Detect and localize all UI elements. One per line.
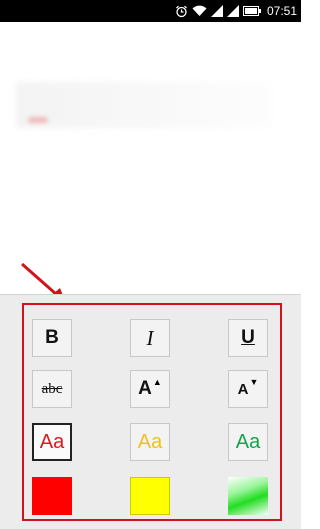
blurred-mark	[28, 117, 48, 123]
battery-icon	[242, 5, 261, 17]
caret-up-icon: ▲	[152, 377, 162, 387]
format-panel: B I U abc A ▲ A ▼ Aa Aa Aa	[0, 294, 301, 529]
strikethrough-label: abc	[41, 380, 63, 397]
underline-button[interactable]: U	[228, 319, 268, 357]
red-swatch[interactable]	[32, 477, 72, 515]
yellow-text-button[interactable]: Aa	[130, 423, 170, 461]
strikethrough-button[interactable]: abc	[32, 370, 72, 408]
decrease-font-button[interactable]: A ▼	[228, 370, 268, 408]
yellow-swatch[interactable]	[130, 477, 170, 515]
document-area[interactable]	[0, 22, 301, 308]
italic-button[interactable]: I	[130, 319, 170, 357]
signal-icon	[210, 5, 223, 17]
yellow-text-label: Aa	[137, 430, 163, 453]
caret-down-icon: ▼	[249, 377, 259, 387]
red-text-button[interactable]: Aa	[32, 423, 72, 461]
green-swatch[interactable]	[228, 477, 268, 515]
status-bar: 07:51	[0, 0, 301, 22]
blurred-text	[16, 82, 272, 128]
italic-label: I	[146, 325, 154, 350]
decrease-font-label: A	[237, 380, 249, 398]
status-icons: 07:51	[175, 3, 297, 19]
bold-label: B	[45, 327, 59, 348]
alarm-icon	[175, 5, 188, 18]
increase-font-button[interactable]: A ▲	[130, 370, 170, 408]
increase-font-label: A	[138, 378, 152, 399]
red-text-label: Aa	[39, 430, 65, 453]
status-time: 07:51	[266, 4, 297, 18]
underline-label: U	[241, 327, 255, 348]
bold-button[interactable]: B	[32, 319, 72, 357]
signal-icon-2	[226, 5, 239, 17]
green-text-label: Aa	[235, 430, 261, 453]
green-text-button[interactable]: Aa	[228, 423, 268, 461]
wifi-icon	[192, 5, 207, 17]
